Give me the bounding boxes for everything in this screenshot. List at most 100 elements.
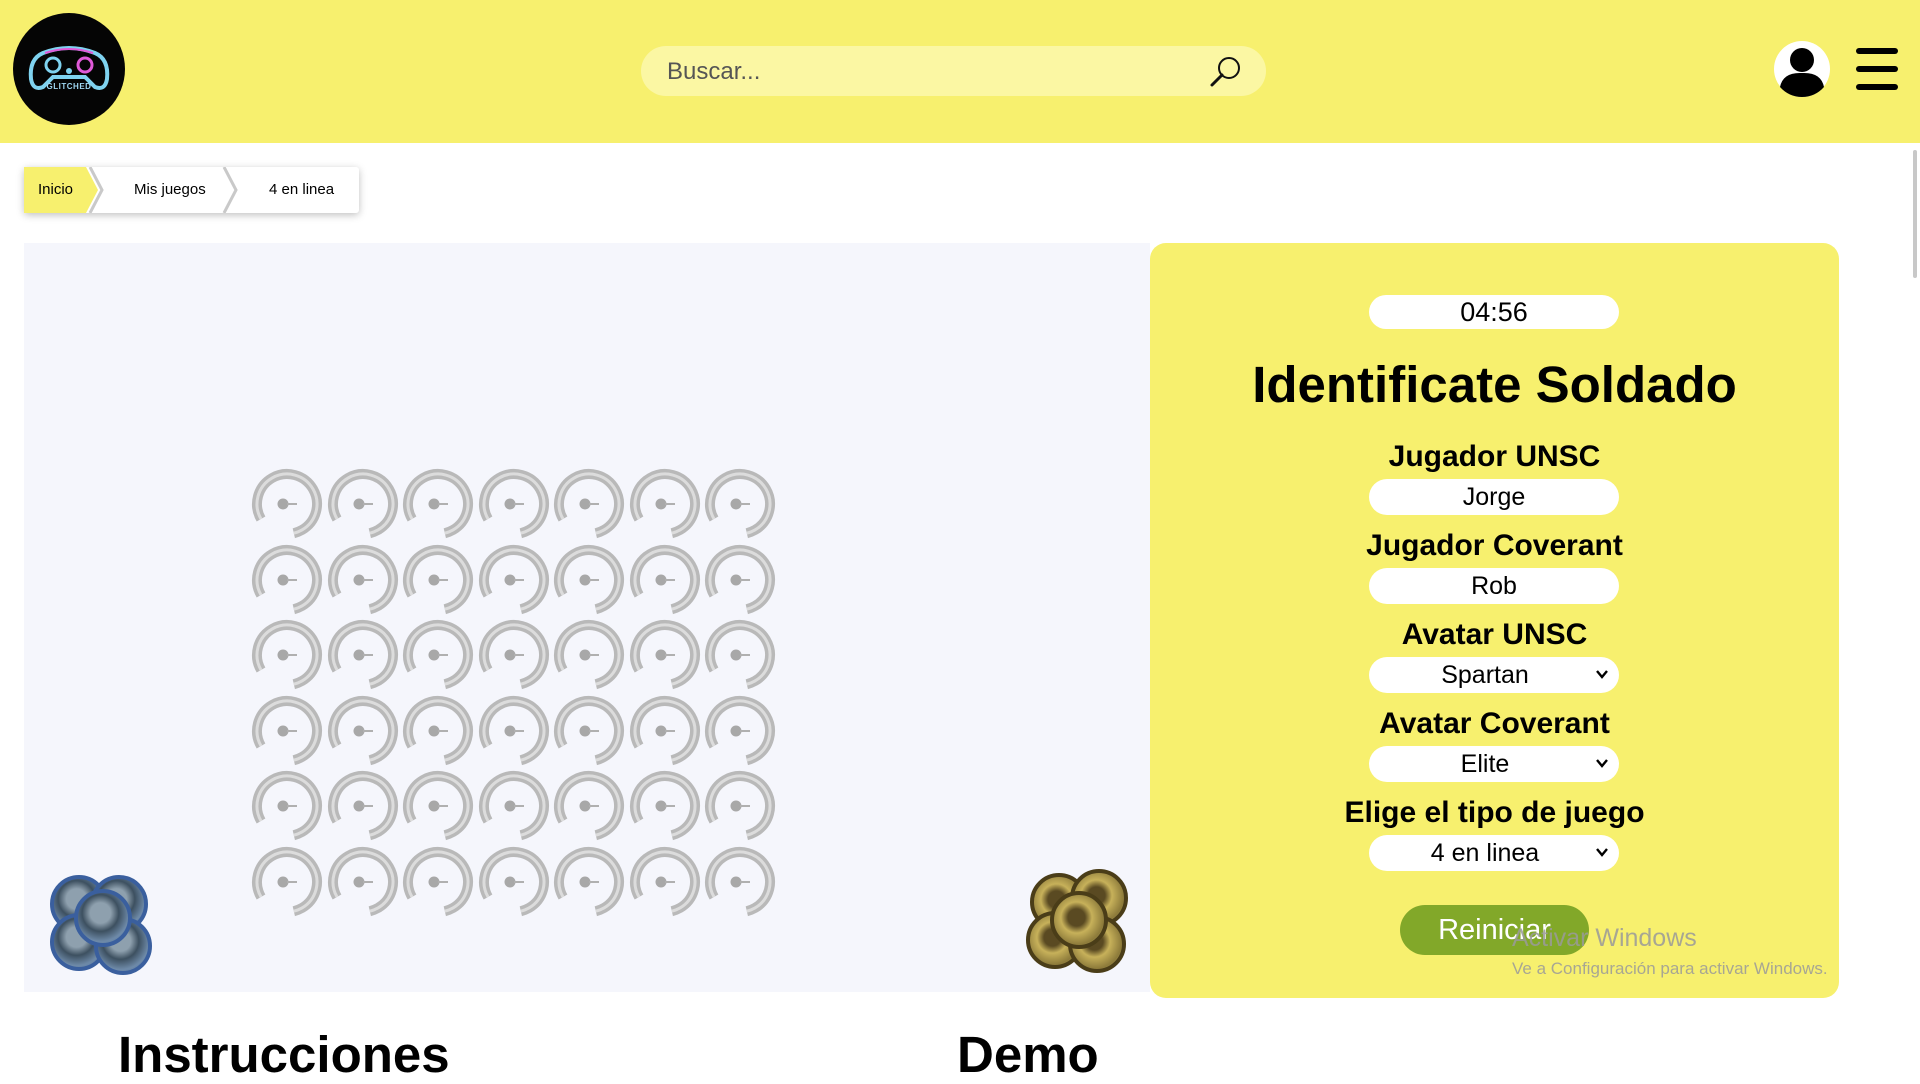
game-board-area [24,243,1150,992]
empty-slot-icon [327,468,398,539]
board-slot[interactable] [400,542,476,618]
board-slot[interactable] [551,542,627,618]
user-icon[interactable] [1773,40,1831,98]
game-type-select[interactable]: 4 en linea [1369,835,1619,871]
board-slot[interactable] [325,542,401,618]
breadcrumb-item-current: 4 en linea [269,181,335,198]
board-slot[interactable] [325,768,401,844]
board-slot[interactable] [551,693,627,769]
empty-slot-icon [327,620,398,690]
board-slot[interactable] [702,542,778,618]
hamburger-menu-icon[interactable] [1855,46,1899,92]
avatar-unsc-label: Avatar UNSC [1401,618,1588,651]
game-timer: 04:56 [1369,295,1619,329]
avatar-unsc-select[interactable]: Spartan [1369,657,1619,693]
top-header: GLITCHED [0,0,1920,143]
page-scrollbar[interactable] [1913,150,1917,278]
board-slot[interactable] [627,466,703,542]
empty-slot-icon [327,695,398,766]
empty-slot-icon [478,620,549,690]
board-slot[interactable] [702,617,778,693]
unsc-token-stack[interactable] [46,871,162,987]
breadcrumb-item-inicio[interactable]: Inicio [24,167,86,213]
board-slot[interactable] [249,542,325,618]
board-slot[interactable] [400,693,476,769]
empty-slot-icon [252,846,322,917]
board-slot[interactable] [702,693,778,769]
logo-text: GLITCHED [46,82,92,91]
board-slot[interactable] [400,844,476,920]
player-coverant-input[interactable]: Rob [1369,568,1619,604]
board-slot[interactable] [627,768,703,844]
site-logo[interactable]: GLITCHED [13,13,125,125]
empty-slot-icon [478,771,549,841]
empty-slot-icon [705,695,775,766]
board-slot[interactable] [400,466,476,542]
board-slot[interactable] [476,466,552,542]
search-input[interactable] [665,46,1189,98]
board-slot[interactable] [400,768,476,844]
board-slot[interactable] [551,466,627,542]
board-slot[interactable] [476,693,552,769]
empty-slot-icon [478,846,549,917]
board-slot[interactable] [627,617,703,693]
board-slot[interactable] [400,617,476,693]
board-slot[interactable] [551,617,627,693]
connect-four-board[interactable] [249,466,779,917]
empty-slot-icon [403,544,473,615]
search-icon[interactable] [1208,54,1244,90]
board-slot[interactable] [476,768,552,844]
empty-slot-icon [629,846,700,917]
board-slot[interactable] [627,844,703,920]
board-slot[interactable] [249,844,325,920]
empty-slot-icon [554,846,624,917]
board-slot[interactable] [627,693,703,769]
demo-heading: Demo [957,1026,1099,1083]
board-slot[interactable] [249,693,325,769]
avatar-coverant-select[interactable]: Elite [1369,746,1619,782]
breadcrumb-separator-icon [86,167,104,213]
panel-title: Identificate Soldado [1252,356,1737,413]
search-bar[interactable] [641,46,1266,98]
board-slot[interactable] [325,693,401,769]
empty-slot-icon [403,468,473,539]
unsc-token [74,889,132,947]
empty-slot-icon [554,544,624,615]
empty-slot-icon [629,771,700,841]
board-slot[interactable] [325,617,401,693]
empty-slot-icon [629,468,700,539]
breadcrumb-item-mis-juegos[interactable]: Mis juegos [134,167,206,213]
board-slot[interactable] [476,542,552,618]
board-slot[interactable] [702,768,778,844]
board-slot[interactable] [249,466,325,542]
empty-slot-icon [629,695,700,766]
empty-slot-icon [554,468,624,539]
empty-slot-icon [629,620,700,690]
avatar-coverant-label: Avatar Coverant [1379,707,1610,740]
empty-slot-icon [478,695,549,766]
player-unsc-input[interactable]: Jorge [1369,479,1619,515]
coverant-token [1050,891,1108,949]
board-slot[interactable] [325,844,401,920]
board-slot[interactable] [249,768,325,844]
empty-slot-icon [478,544,549,615]
board-slot[interactable] [702,844,778,920]
player-coverant-label: Jugador Coverant [1366,529,1623,562]
empty-slot-icon [705,544,775,615]
board-slot[interactable] [249,617,325,693]
empty-slot-icon [403,695,473,766]
board-slot[interactable] [551,768,627,844]
board-slot[interactable] [702,466,778,542]
board-slot[interactable] [627,542,703,618]
coverant-token-stack[interactable] [1024,867,1140,983]
avatar-unsc-value: Spartan [1441,661,1529,689]
player-setup-panel: 04:56 Identificate Soldado Jugador UNSC … [1150,243,1839,998]
board-slot[interactable] [325,466,401,542]
empty-slot-icon [629,544,700,615]
empty-slot-icon [327,771,398,841]
board-slot[interactable] [551,844,627,920]
empty-slot-icon [478,468,549,539]
board-slot[interactable] [476,617,552,693]
board-slot[interactable] [476,844,552,920]
empty-slot-icon [327,544,398,615]
